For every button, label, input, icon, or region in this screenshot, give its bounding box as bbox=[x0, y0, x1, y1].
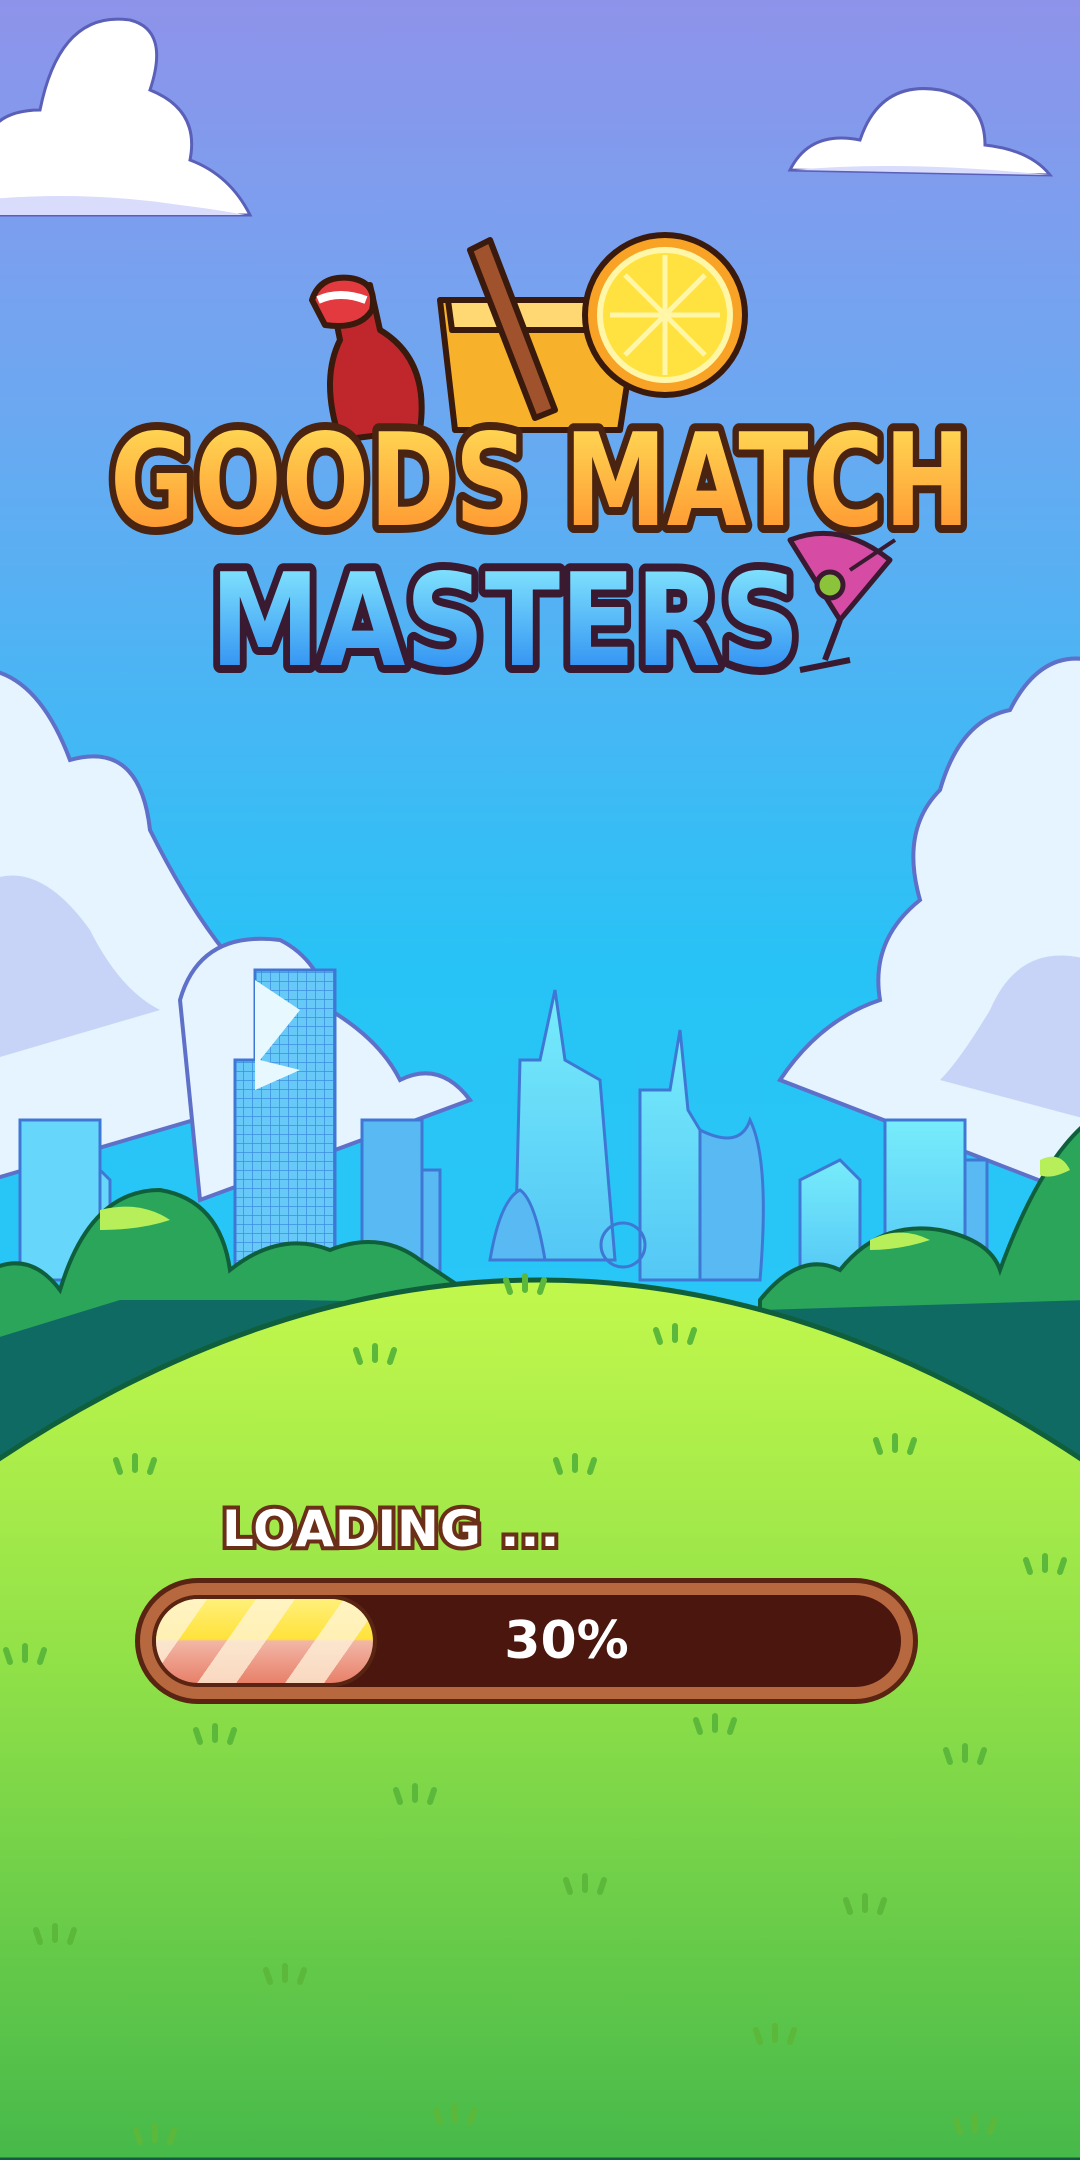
lemon-slice-icon bbox=[582, 232, 748, 398]
progress-percent: 30% bbox=[504, 1611, 629, 1671]
grass-hill bbox=[0, 1277, 1080, 2160]
loading-screen: GOODS MATCH MASTERS LOADING ... 30% bbox=[0, 0, 1080, 2160]
logo-line2: MASTERS bbox=[210, 547, 800, 696]
loading-label: LOADING ... bbox=[218, 1496, 563, 1562]
progress-track: 30% bbox=[152, 1595, 901, 1687]
background-scene: GOODS MATCH MASTERS bbox=[0, 0, 1080, 2160]
loading-progress-bar: 30% bbox=[135, 1578, 918, 1704]
